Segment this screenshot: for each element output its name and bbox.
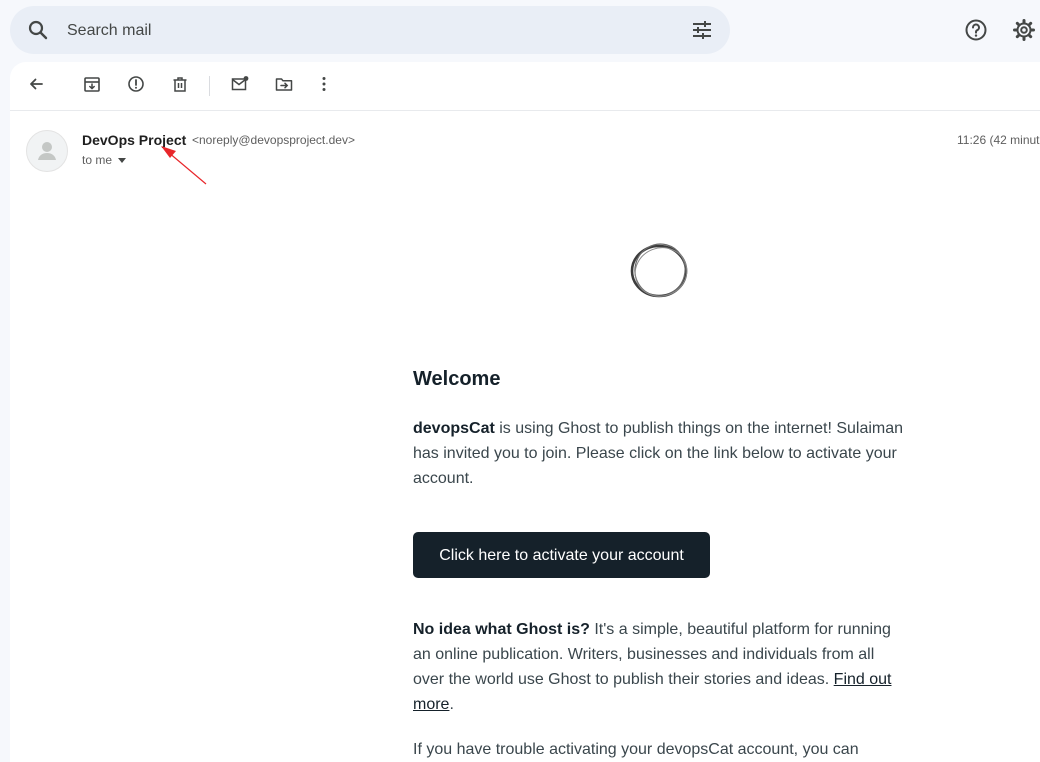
chevron-down-icon <box>118 158 127 163</box>
intro-paragraph: devopsCat is using Ghost to publish thin… <box>413 416 908 491</box>
arrow-back-icon[interactable] <box>26 74 46 94</box>
tune-icon[interactable] <box>690 18 714 42</box>
about-ghost-end: . <box>449 696 454 713</box>
archive-icon[interactable] <box>82 74 102 94</box>
email-panel: DevOps Project <noreply@devopsproject.de… <box>10 62 1040 762</box>
email-toolbar <box>10 62 1040 111</box>
toolbar-divider <box>209 76 210 96</box>
gear-icon[interactable] <box>1012 18 1036 42</box>
move-to-icon[interactable] <box>274 74 294 94</box>
about-ghost-paragraph: No idea what Ghost is? It's a simple, be… <box>413 617 908 717</box>
recipient-label: to me <box>82 153 113 167</box>
activate-account-button[interactable]: Click here to activate your account <box>413 532 710 578</box>
ghost-logo <box>630 243 688 298</box>
report-spam-icon[interactable] <box>126 74 146 94</box>
email-heading: Welcome <box>413 368 501 390</box>
search-icon[interactable] <box>26 18 50 42</box>
mark-unread-icon[interactable] <box>230 74 250 94</box>
recipient-details-toggle[interactable]: to me <box>82 153 127 167</box>
help-icon[interactable] <box>964 18 988 42</box>
trash-icon[interactable] <box>170 74 190 94</box>
sender-name[interactable]: DevOps Project <box>82 132 186 148</box>
sender-email: <noreply@devopsproject.dev> <box>192 133 355 147</box>
more-vert-icon[interactable] <box>314 74 334 94</box>
about-ghost-lead: No idea what Ghost is? <box>413 621 590 638</box>
trouble-paragraph: If you have trouble activating your devo… <box>413 741 859 758</box>
email-timestamp: 11:26 (42 minutes ago) <box>957 133 1040 147</box>
top-bar <box>0 0 1040 60</box>
search-box[interactable] <box>10 6 730 54</box>
avatar-icon[interactable] <box>26 130 68 172</box>
email-header: DevOps Project <noreply@devopsproject.de… <box>10 110 1040 190</box>
search-input[interactable] <box>65 18 669 44</box>
site-name: devopsCat <box>413 420 495 437</box>
